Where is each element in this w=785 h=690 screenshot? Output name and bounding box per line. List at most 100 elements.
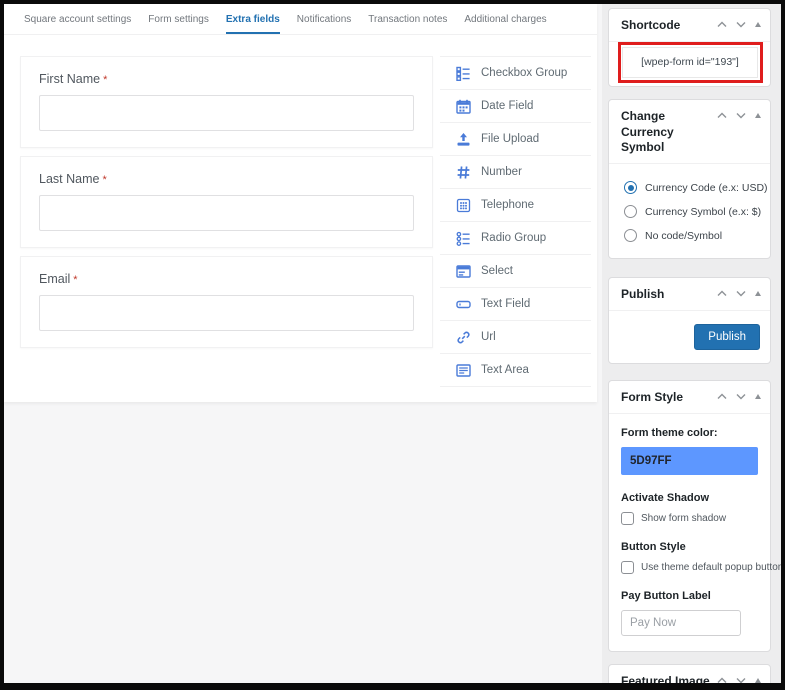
telephone-icon <box>455 198 471 213</box>
field-type-label: File Upload <box>481 133 540 145</box>
field-label: Last Name * <box>39 172 107 186</box>
field-label: First Name * <box>39 72 108 86</box>
radio-currency-symbol[interactable]: Currency Symbol (e.x: $) <box>624 205 761 219</box>
move-up-icon[interactable] <box>717 112 727 119</box>
extra-fields-content: First Name * Last Name * Email * Checkbo… <box>4 35 597 387</box>
field-type-select[interactable]: Select <box>440 255 591 288</box>
form-style-panel-body: Form theme color: 5D97FF Activate Shadow… <box>609 414 781 651</box>
shortcode-panel-header[interactable]: Shortcode <box>609 9 770 42</box>
required-asterisk: * <box>73 274 78 286</box>
move-up-icon[interactable] <box>717 677 727 684</box>
panel-header-icons <box>717 674 761 684</box>
shortcode-value[interactable]: [wpep-form id="193"] <box>622 46 758 78</box>
panel-title: Shortcode <box>621 18 681 32</box>
select-icon <box>455 264 471 279</box>
panel-header-icons <box>717 18 761 28</box>
panel-header-icons <box>717 109 761 119</box>
use-theme-popup-style-row[interactable]: Use theme default popup button style <box>621 560 781 574</box>
field-type-list: Checkbox Group Date Field File Upload Nu… <box>440 56 591 387</box>
publish-panel-header[interactable]: Publish <box>609 278 770 312</box>
tab-extra-fields[interactable]: Extra fields <box>225 4 280 34</box>
tab-form-settings[interactable]: Form settings <box>148 4 209 34</box>
collapse-toggle-icon[interactable] <box>755 291 761 297</box>
radio-button-icon[interactable] <box>624 205 637 219</box>
form-field-block-email[interactable]: Email * <box>20 256 433 348</box>
tab-square-account-settings[interactable]: Square account settings <box>24 4 131 34</box>
panel-header-icons <box>717 390 761 400</box>
featured-image-panel: Featured Image (show on popup only) Set … <box>608 663 771 688</box>
radio-label: Currency Code (e.x: USD) <box>645 181 768 194</box>
move-up-icon[interactable] <box>717 290 727 297</box>
email-input[interactable] <box>39 295 414 331</box>
url-icon <box>455 330 471 345</box>
collapse-toggle-icon[interactable] <box>755 22 761 27</box>
collapse-toggle-icon[interactable] <box>755 112 761 118</box>
tab-additional-charges[interactable]: Additional charges <box>464 4 546 34</box>
first-name-input[interactable] <box>39 95 414 131</box>
field-type-label: Checkbox Group <box>481 67 568 79</box>
show-form-shadow-row[interactable]: Show form shadow <box>621 511 758 525</box>
currency-symbol-panel: Change Currency Symbol Currency Code (e.… <box>608 98 771 260</box>
checkbox-icon[interactable] <box>621 511 634 525</box>
theme-color-swatch[interactable]: 5D97FF <box>621 446 758 475</box>
tab-notifications[interactable]: Notifications <box>297 4 351 34</box>
collapse-toggle-icon[interactable] <box>755 394 761 400</box>
radio-no-code-symbol[interactable]: No code/Symbol <box>624 229 760 243</box>
currency-panel-header[interactable]: Change Currency Symbol <box>609 100 770 165</box>
form-theme-color-label: Form theme color: <box>621 426 718 439</box>
panel-title: Featured Image (show on popup only) <box>621 673 710 688</box>
move-up-icon[interactable] <box>717 393 727 400</box>
button-style-label: Button Style <box>621 540 686 553</box>
tab-transaction-notes[interactable]: Transaction notes <box>368 4 447 34</box>
move-down-icon[interactable] <box>736 677 746 684</box>
field-label: Email * <box>39 272 78 286</box>
field-type-file-upload[interactable]: File Upload <box>440 123 591 156</box>
featured-image-panel-header[interactable]: Featured Image (show on popup only) <box>609 665 770 688</box>
shortcode-panel: Shortcode [wpep-form id="193"] <box>608 8 771 87</box>
field-type-checkbox-group[interactable]: Checkbox Group <box>440 57 591 90</box>
radio-group-icon <box>455 231 471 246</box>
currency-panel-body: Currency Code (e.x: USD) Currency Symbol… <box>609 164 770 258</box>
field-type-radio-group[interactable]: Radio Group <box>440 222 591 255</box>
number-icon <box>455 165 471 180</box>
field-type-url[interactable]: Url <box>440 321 591 354</box>
field-type-number[interactable]: Number <box>440 156 591 189</box>
collapse-toggle-icon[interactable] <box>755 677 761 683</box>
pay-button-label-input[interactable] <box>621 609 741 636</box>
form-style-panel: Form Style Form theme color: 5D97FF Acti… <box>608 380 781 652</box>
form-style-panel-header[interactable]: Form Style <box>609 381 770 414</box>
settings-tabbar: Square account settings Form settings Ex… <box>4 4 597 35</box>
form-field-block-last-name[interactable]: Last Name * <box>20 156 433 248</box>
field-type-date-field[interactable]: Date Field <box>440 90 591 123</box>
settings-sidebar: Shortcode [wpep-form id="193"] Change Cu… <box>608 8 781 688</box>
field-type-label: Text Field <box>481 298 531 310</box>
panel-title: Publish <box>621 287 665 302</box>
date-field-icon <box>455 99 471 114</box>
form-field-block-first-name[interactable]: First Name * <box>20 56 433 148</box>
checkbox-label: Show form shadow <box>641 512 727 524</box>
panel-header-icons <box>717 287 761 297</box>
activate-shadow-label: Activate Shadow <box>621 491 710 504</box>
file-upload-icon <box>455 132 471 147</box>
move-down-icon[interactable] <box>736 393 746 400</box>
move-down-icon[interactable] <box>736 112 746 119</box>
radio-button-icon[interactable] <box>624 181 637 195</box>
publish-button[interactable]: Publish <box>694 324 760 351</box>
last-name-input[interactable] <box>39 195 414 231</box>
radio-button-icon[interactable] <box>624 229 637 243</box>
move-up-icon[interactable] <box>717 21 727 28</box>
radio-label: No code/Symbol <box>645 229 723 242</box>
field-type-label: Number <box>481 166 522 178</box>
move-down-icon[interactable] <box>736 21 746 28</box>
shortcode-panel-body: [wpep-form id="193"] <box>609 41 770 86</box>
radio-currency-code[interactable]: Currency Code (e.x: USD) <box>624 181 768 195</box>
field-type-text-area[interactable]: Text Area <box>440 354 591 387</box>
text-field-icon <box>455 297 471 312</box>
field-type-telephone[interactable]: Telephone <box>440 189 591 222</box>
field-type-text-field[interactable]: Text Field <box>440 288 591 321</box>
checkbox-icon[interactable] <box>621 560 634 574</box>
checkbox-group-icon <box>455 66 471 81</box>
pay-button-label-heading: Pay Button Label <box>621 589 711 602</box>
form-preview: First Name * Last Name * Email * <box>20 56 433 387</box>
move-down-icon[interactable] <box>736 290 746 297</box>
